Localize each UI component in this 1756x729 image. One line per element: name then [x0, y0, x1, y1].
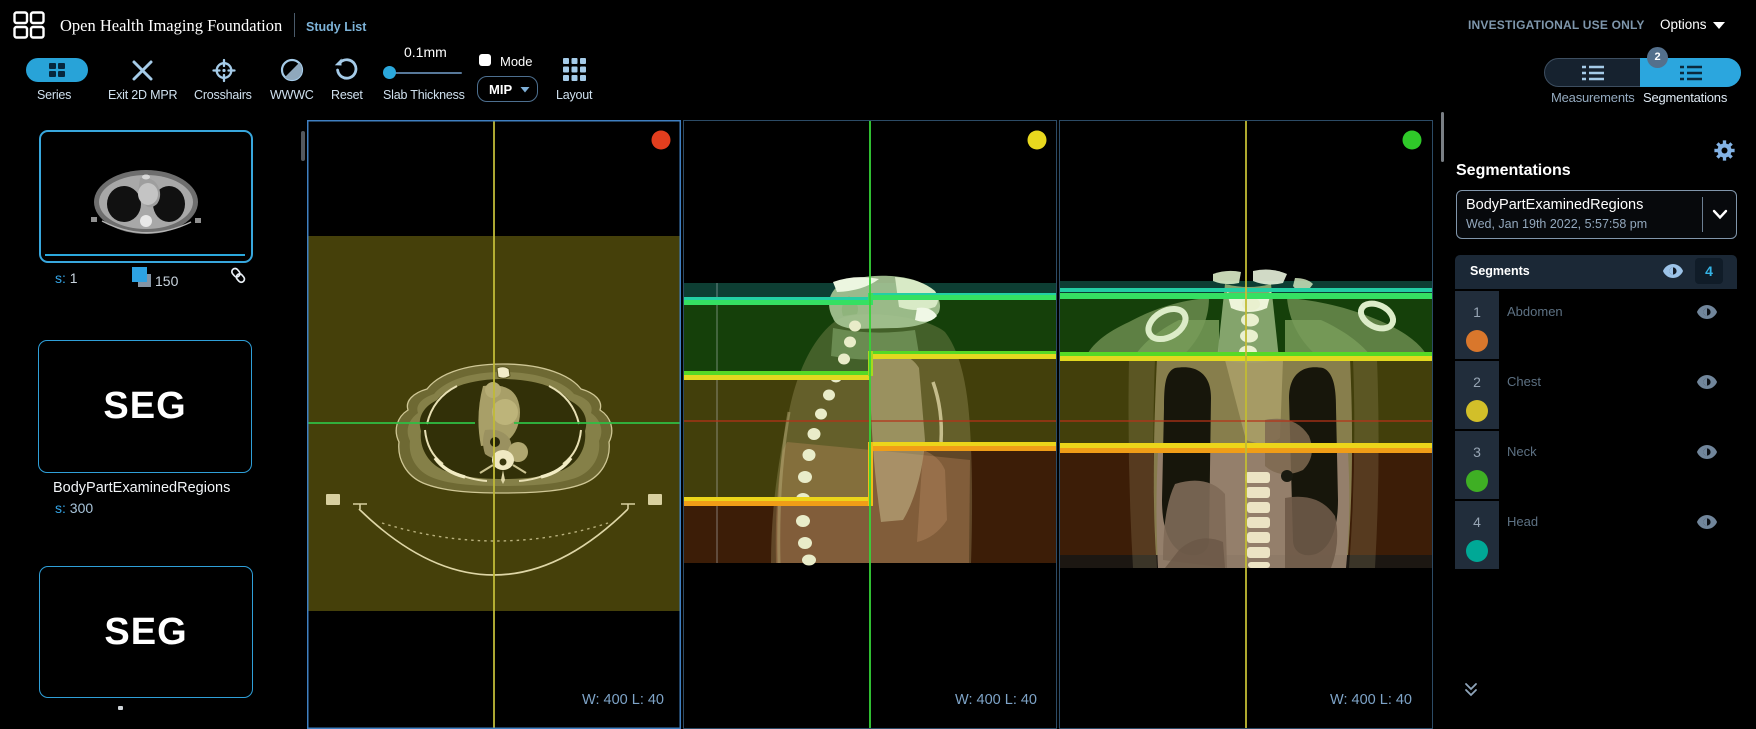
svg-text:W: 400 L: 40: W: 400 L: 40 [955, 692, 1037, 708]
svg-text:W: 400 L: 40: W: 400 L: 40 [1330, 692, 1412, 708]
svg-text:W: 400 L: 40: W: 400 L: 40 [582, 692, 664, 708]
